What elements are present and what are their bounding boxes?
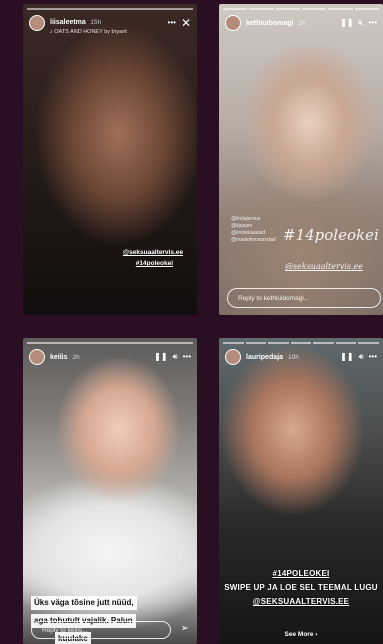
music-label[interactable]: ♪ OATS AND HONEY by bryant [50,29,127,35]
more-icon[interactable]: ••• [183,353,191,361]
caption-line-1: Üks väga tõsine jutt nüüd, [31,596,137,610]
avatar[interactable] [225,15,241,31]
mention-1[interactable]: @lindajerova [231,216,276,223]
story-header: liisaleetma 15h ♪ OATS AND HONEY by brya… [29,13,191,35]
swipe-up-text: SWIPE UP JA LOE SEL TEEMAL LUGU [224,583,378,592]
username[interactable]: liisaleetma [50,19,86,26]
avatar[interactable] [29,349,45,365]
story-header: keilis 2h ❚❚ 🔊︎ ••• [29,347,191,367]
timestamp: 2h [72,353,80,361]
reply-input[interactable]: Reply to kethiuibomagi... [227,288,381,308]
pause-icon[interactable]: ❚❚ [154,353,167,361]
more-icon[interactable]: ••• [369,19,377,27]
sound-icon[interactable]: 🔊︎ [359,353,364,361]
story-card-keilis[interactable]: keilis 2h ❚❚ 🔊︎ ••• Üks väga tõsine jutt… [23,338,197,644]
username[interactable]: keilis [50,354,68,361]
mention-3[interactable]: @kristelaaslaid [231,230,276,237]
story-card-liisaleetma[interactable]: liisaleetma 15h ♪ OATS AND HONEY by brya… [23,4,197,315]
timestamp: 10h [287,353,299,361]
story-header: lauripedaja 10h ❚❚ 🔊︎ ••• [225,347,377,367]
username[interactable]: kethiuibomagi [246,20,293,27]
hashtag-tag[interactable]: #14poleokei [136,260,173,267]
mention-handwritten[interactable]: @seksuaaltervis.ee [285,262,363,271]
mute-icon[interactable]: 🔇︎ [359,19,364,27]
mention-2[interactable]: @kippam [231,223,276,230]
story-header: kethiuibomagi 2h ❚❚ 🔇︎ ••• [225,13,377,33]
close-icon[interactable]: ✕ [181,17,191,29]
mention-tag[interactable]: @seksuaaltervis.ee [123,249,183,256]
more-icon[interactable]: ••• [168,19,176,27]
sound-icon[interactable]: 🔊︎ [173,353,178,361]
progress-bars [223,8,379,10]
username[interactable]: lauripedaja [246,354,283,361]
hashtag-handwritten[interactable]: #14poleokei [283,226,379,244]
chevron-right-icon: › [315,631,318,638]
pause-icon[interactable]: ❚❚ [340,353,353,361]
hashtag-text[interactable]: #14POLEOKEI [219,569,383,578]
mention-text[interactable]: @SEKSUAALTERVIS.EE [219,597,383,606]
progress-bars [27,8,193,10]
story-card-lauripedaja[interactable]: lauripedaja 10h ❚❚ 🔊︎ ••• #14POLEOKEI SW… [219,338,383,644]
send-icon[interactable]: ➢ [181,623,189,634]
progress-bars [27,342,193,344]
more-icon[interactable]: ••• [369,353,377,361]
avatar[interactable] [225,349,241,365]
story-card-kethiuibomagi[interactable]: kethiuibomagi 2h ❚❚ 🔇︎ ••• @lindajerova … [219,4,383,315]
pause-icon[interactable]: ❚❚ [340,19,353,27]
avatar[interactable] [29,15,45,31]
timestamp: 2h [298,19,306,27]
see-more-link[interactable]: See More › [219,631,383,638]
timestamp: 15h [90,19,102,26]
reply-input[interactable]: Reply to keilis... [31,621,171,639]
small-mentions: @lindajerova @kippam @kristelaaslaid @ma… [231,216,276,244]
mention-4[interactable]: @madelinmoonstad [231,237,276,244]
see-more-label: See More [284,631,314,638]
progress-bars [223,342,380,344]
